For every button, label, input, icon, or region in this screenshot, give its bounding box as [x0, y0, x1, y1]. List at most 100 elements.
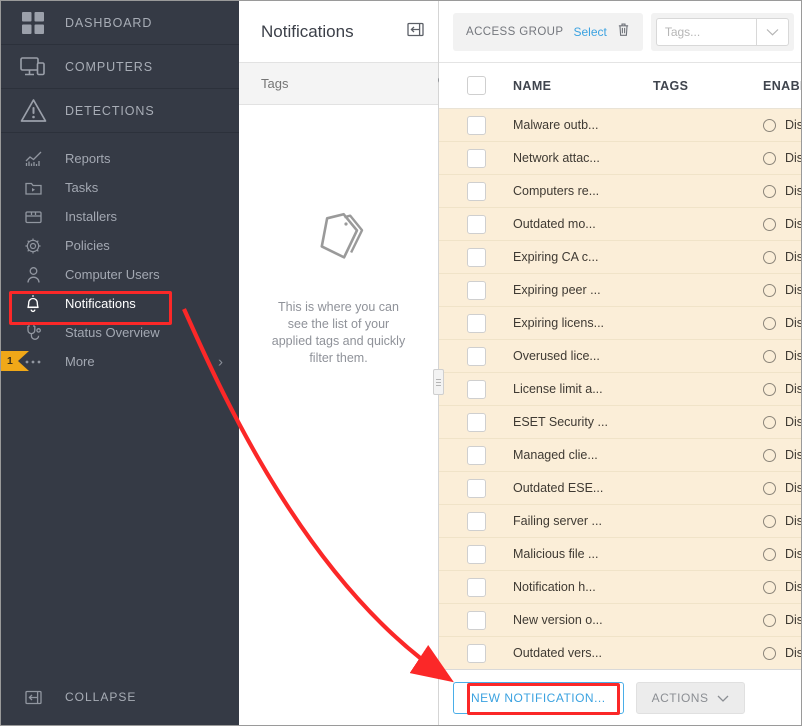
- actions-label: ACTIONS: [651, 690, 709, 705]
- table-row[interactable]: Failing server ... Disabled: [439, 505, 801, 538]
- sidebar-item-computer-users[interactable]: Computer Users: [1, 260, 239, 289]
- column-header-enabled[interactable]: ENABLED: [763, 79, 801, 93]
- table-body: Malware outb... Disabled Network attac... D…: [439, 109, 801, 669]
- column-header-tags[interactable]: TAGS: [653, 79, 763, 93]
- table-row[interactable]: New version o... Disabled: [439, 604, 801, 637]
- enabled-radio-icon[interactable]: [763, 580, 776, 594]
- row-checkbox[interactable]: [439, 148, 513, 168]
- sidebar-item-status-overview[interactable]: Status Overview: [1, 318, 239, 347]
- collapse-panel-icon[interactable]: [407, 22, 424, 42]
- table-row[interactable]: Overused lice... Disabled: [439, 340, 801, 373]
- enabled-radio-icon[interactable]: [763, 646, 776, 660]
- table-row[interactable]: Expiring peer ... Disabled: [439, 274, 801, 307]
- row-enabled: Disabled: [785, 316, 801, 330]
- warning-triangle-icon: [1, 98, 65, 123]
- table-row[interactable]: License limit a... Disabled: [439, 373, 801, 406]
- row-checkbox[interactable]: [439, 610, 513, 630]
- enabled-radio-icon[interactable]: [763, 448, 776, 462]
- row-checkbox[interactable]: [439, 115, 513, 135]
- enabled-radio-icon[interactable]: [763, 184, 776, 198]
- row-checkbox[interactable]: [439, 577, 513, 597]
- select-all-checkbox[interactable]: [439, 76, 513, 95]
- panel-resize-handle[interactable]: [433, 369, 444, 395]
- enabled-radio-icon[interactable]: [763, 217, 776, 231]
- sidebar-label-more: More: [65, 354, 95, 369]
- sidebar-item-dashboard[interactable]: DASHBOARD: [1, 1, 239, 45]
- enabled-radio-icon[interactable]: [763, 250, 776, 264]
- row-enabled: Disabled: [785, 184, 801, 198]
- access-group-select-link[interactable]: Select: [573, 25, 606, 39]
- column-header-name[interactable]: NAME: [513, 79, 653, 93]
- tags-empty-state: This is where you can see the list of yo…: [239, 105, 438, 725]
- row-checkbox[interactable]: [439, 379, 513, 399]
- stethoscope-icon: [1, 324, 65, 342]
- sidebar-collapse-button[interactable]: COLLAPSE: [1, 669, 239, 725]
- table-row[interactable]: Network attac... Disabled: [439, 142, 801, 175]
- enabled-radio-icon[interactable]: [763, 151, 776, 165]
- row-name: Expiring CA c...: [513, 250, 599, 264]
- chart-icon: [1, 150, 65, 167]
- row-checkbox[interactable]: [439, 643, 513, 663]
- row-enabled: Disabled: [785, 481, 801, 495]
- new-notification-button[interactable]: NEW NOTIFICATION...: [453, 681, 624, 714]
- enabled-radio-icon[interactable]: [763, 481, 776, 495]
- sidebar-label-tasks: Tasks: [65, 180, 99, 195]
- table-row[interactable]: Computers re... Disabled: [439, 175, 801, 208]
- table-row[interactable]: Outdated mo... Disabled: [439, 208, 801, 241]
- row-checkbox[interactable]: [439, 478, 513, 498]
- row-checkbox[interactable]: [439, 247, 513, 267]
- tags-search-input[interactable]: [261, 76, 437, 91]
- enabled-radio-icon[interactable]: [763, 613, 776, 627]
- row-checkbox[interactable]: [439, 445, 513, 465]
- row-enabled: Disabled: [785, 646, 801, 660]
- sidebar-label-installers: Installers: [65, 209, 118, 224]
- row-name: Outdated vers...: [513, 646, 602, 660]
- table-row[interactable]: Expiring CA c... Disabled: [439, 241, 801, 274]
- enabled-radio-icon[interactable]: [763, 415, 776, 429]
- table-row[interactable]: Notification h... Disabled: [439, 571, 801, 604]
- folder-play-icon: [1, 179, 65, 196]
- row-checkbox[interactable]: [439, 181, 513, 201]
- sidebar-item-tasks[interactable]: Tasks: [1, 173, 239, 202]
- sidebar-item-policies[interactable]: Policies: [1, 231, 239, 260]
- enabled-radio-icon[interactable]: [763, 283, 776, 297]
- table-row[interactable]: Malware outb... Disabled: [439, 109, 801, 142]
- row-name: Notification h...: [513, 580, 596, 594]
- row-checkbox[interactable]: [439, 214, 513, 234]
- table-row[interactable]: ESET Security ... Disabled: [439, 406, 801, 439]
- row-checkbox[interactable]: [439, 280, 513, 300]
- row-checkbox[interactable]: [439, 313, 513, 333]
- sidebar-item-installers[interactable]: Installers: [1, 202, 239, 231]
- tags-filter[interactable]: Tags...: [650, 12, 794, 51]
- table-row[interactable]: Outdated vers... Disabled: [439, 637, 801, 669]
- enabled-radio-icon[interactable]: [763, 349, 776, 363]
- enabled-radio-icon[interactable]: [763, 118, 776, 132]
- tags-filter-input[interactable]: Tags...: [655, 17, 756, 46]
- row-enabled: Disabled: [785, 118, 801, 132]
- trash-icon[interactable]: [617, 22, 630, 42]
- enabled-radio-icon[interactable]: [763, 382, 776, 396]
- enabled-radio-icon[interactable]: [763, 514, 776, 528]
- more-badge: 1: [1, 350, 29, 372]
- row-checkbox[interactable]: [439, 346, 513, 366]
- sidebar-item-reports[interactable]: Reports: [1, 144, 239, 173]
- enabled-radio-icon[interactable]: [763, 316, 776, 330]
- sidebar-item-detections[interactable]: DETECTIONS: [1, 89, 239, 133]
- sidebar-item-notifications[interactable]: Notifications: [1, 289, 239, 318]
- access-group-filter[interactable]: ACCESS GROUP Select: [453, 12, 643, 51]
- row-checkbox[interactable]: [439, 511, 513, 531]
- table-row[interactable]: Managed clie... Disabled: [439, 439, 801, 472]
- chevron-down-icon[interactable]: [755, 17, 789, 46]
- row-checkbox[interactable]: [439, 412, 513, 432]
- table-row[interactable]: Outdated ESE... Disabled: [439, 472, 801, 505]
- table-row[interactable]: Malicious file ... Disabled: [439, 538, 801, 571]
- sidebar-item-more[interactable]: 1 More ›: [1, 347, 239, 376]
- actions-button[interactable]: ACTIONS: [635, 681, 746, 714]
- enabled-radio-icon[interactable]: [763, 547, 776, 561]
- tags-search-row[interactable]: [239, 63, 451, 105]
- row-checkbox[interactable]: [439, 544, 513, 564]
- sidebar-item-computers[interactable]: COMPUTERS: [1, 45, 239, 89]
- sidebar-label-detections: DETECTIONS: [65, 103, 155, 118]
- table-row[interactable]: Expiring licens... Disabled: [439, 307, 801, 340]
- sidebar-label-computers: COMPUTERS: [65, 59, 153, 74]
